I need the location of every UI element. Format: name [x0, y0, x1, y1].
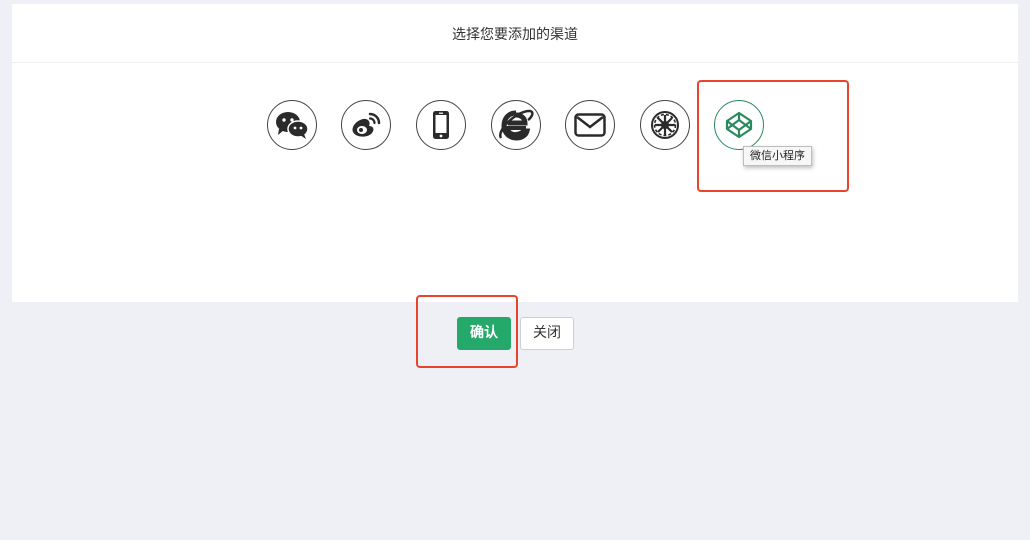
weibo-icon: [352, 112, 381, 137]
mobile-icon: [433, 111, 449, 139]
channel-mini-program[interactable]: [714, 100, 764, 150]
dialog-title: 选择您要添加的渠道: [12, 4, 1018, 63]
channel-panel: 选择您要添加的渠道: [12, 4, 1018, 302]
channel-empire[interactable]: [640, 100, 690, 150]
wechat-icon: [276, 112, 309, 139]
channel-email[interactable]: [565, 100, 615, 150]
ie-browser-icon: [499, 109, 534, 141]
channel-weibo[interactable]: [341, 100, 391, 150]
empire-icon: [651, 111, 679, 139]
email-icon: [574, 113, 606, 137]
channel-ie[interactable]: [491, 100, 541, 150]
tooltip: 微信小程序: [743, 146, 812, 166]
channel-mobile[interactable]: [416, 100, 466, 150]
confirm-button[interactable]: 确认: [457, 317, 511, 350]
close-button[interactable]: 关闭: [520, 317, 574, 350]
channel-wechat[interactable]: [267, 100, 317, 150]
codepen-icon: [725, 111, 753, 139]
